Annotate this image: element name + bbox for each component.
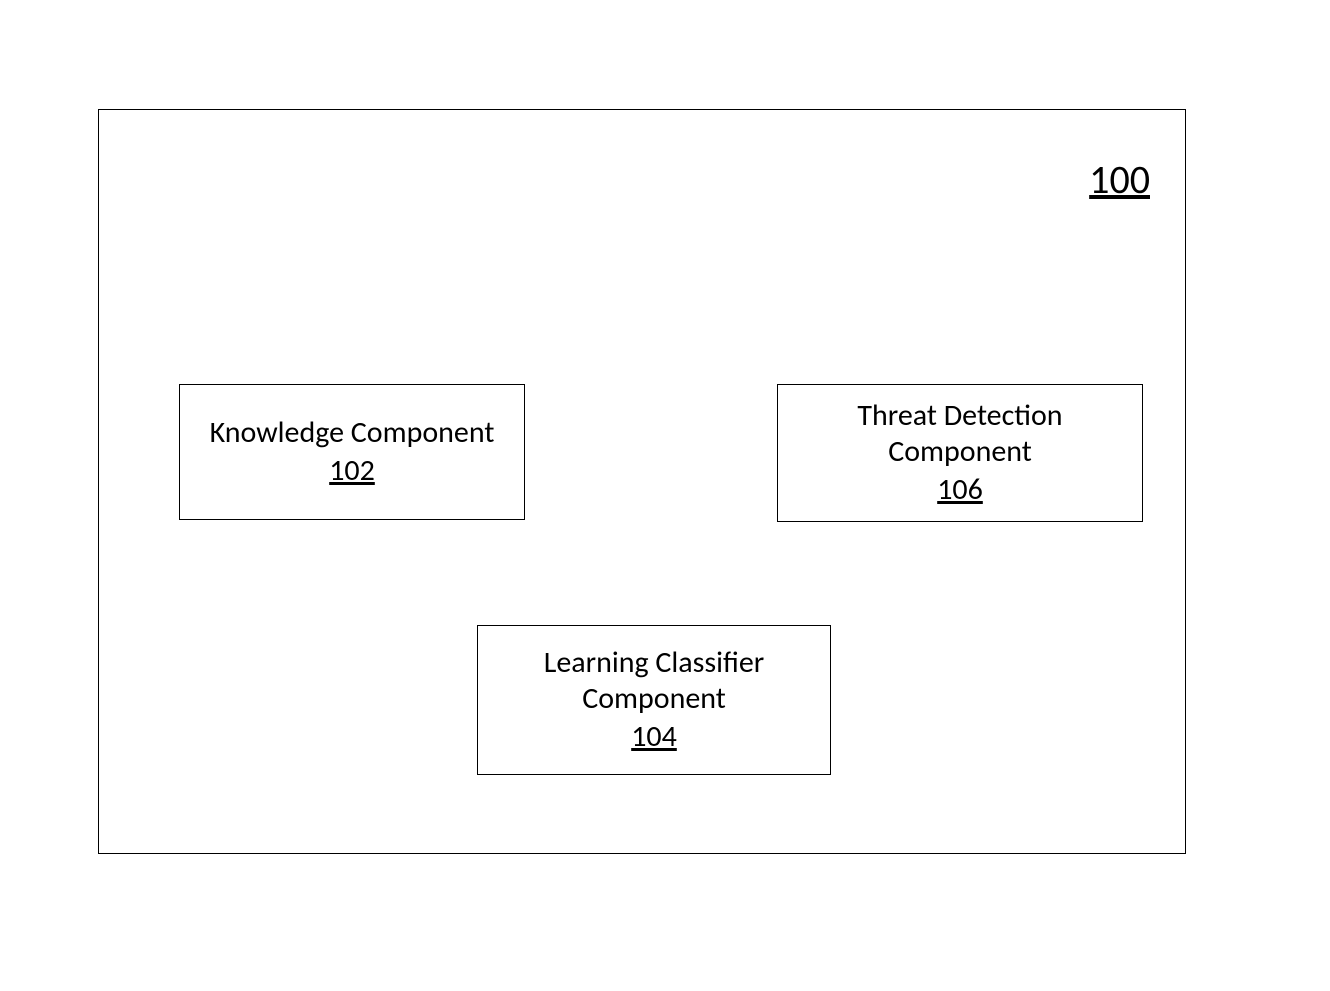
threat-detection-line1: Threat Detection (857, 398, 1062, 434)
threat-detection-line2: Component (888, 434, 1032, 470)
learning-classifier-ref: 104 (631, 719, 677, 755)
learning-classifier-component-box: Learning Classifier Component 104 (477, 625, 831, 775)
system-container: 100 Knowledge Component 102 Threat Detec… (98, 109, 1186, 854)
learning-classifier-line1: Learning Classifier (544, 645, 765, 681)
threat-detection-component-box: Threat Detection Component 106 (777, 384, 1143, 522)
system-reference-number: 100 (1089, 155, 1150, 204)
diagram-canvas: 100 Knowledge Component 102 Threat Detec… (0, 0, 1330, 991)
learning-classifier-line2: Component (582, 681, 726, 717)
threat-detection-ref: 106 (937, 472, 983, 508)
knowledge-component-title: Knowledge Component (210, 415, 495, 451)
knowledge-component-ref: 102 (329, 453, 375, 489)
knowledge-component-box: Knowledge Component 102 (179, 384, 525, 520)
